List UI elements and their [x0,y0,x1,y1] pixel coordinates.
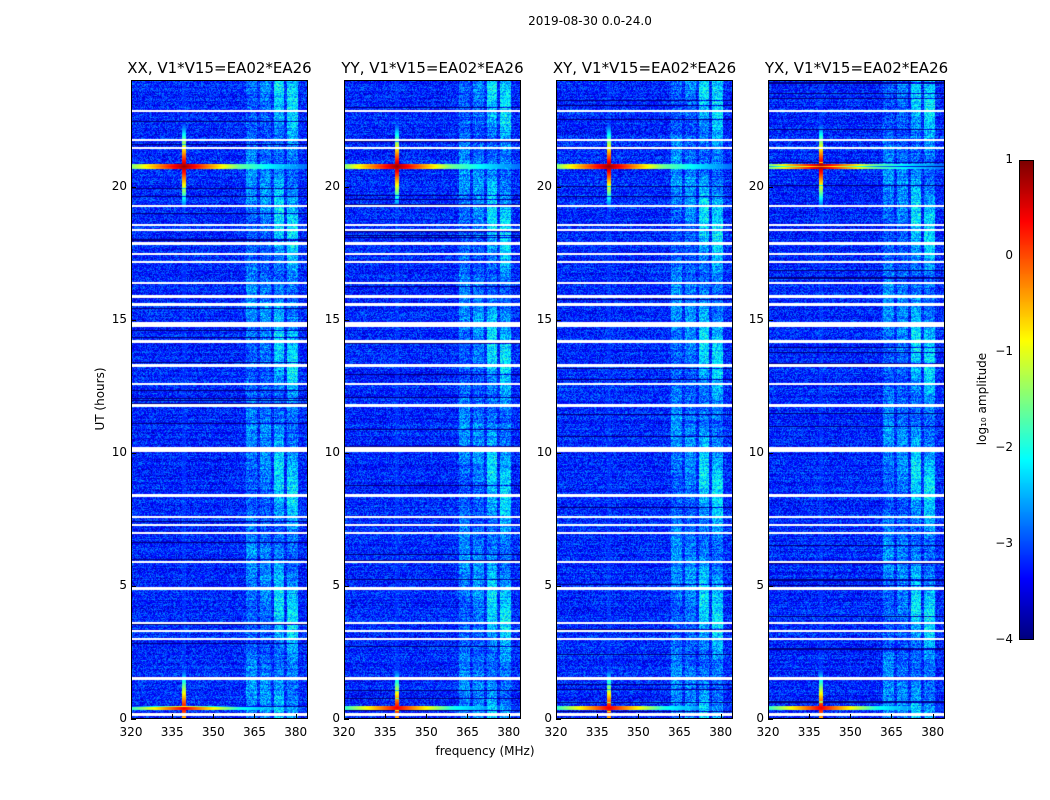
y-tick-label: 20 [111,178,127,193]
x-tick-mark [638,714,640,719]
y-tick-mark [131,319,136,321]
x-tick-mark [467,714,469,719]
y-tick-label: 0 [332,711,340,725]
x-tick-mark [597,714,599,719]
y-tick-mark [556,452,561,454]
x-tick-label: 380 [709,725,733,739]
y-tick-label: 10 [748,444,764,459]
heatmap-image [132,81,307,718]
y-tick-label: 15 [748,311,764,326]
x-tick-label: 380 [497,725,521,739]
y-tick-label: 10 [536,444,552,459]
y-tick-mark [768,719,773,720]
x-tick-mark [809,714,811,719]
heatmap-panel [131,80,308,719]
y-tick-label: 20 [536,178,552,193]
colorbar-tick-label: −1 [995,344,1013,358]
y-tick-label: 15 [536,311,552,326]
x-tick-mark [254,714,256,719]
y-tick-label: 10 [111,444,127,459]
x-tick-label: 320 [544,725,568,739]
y-tick-mark [131,452,136,454]
colorbar-tick-label: 1 [1005,152,1013,166]
y-tick-mark [344,719,349,720]
heatmap-image [557,81,732,718]
y-tick-mark [344,186,349,188]
y-tick-label: 0 [544,711,552,725]
x-tick-label: 350 [838,725,862,739]
y-tick-label: 20 [748,178,764,193]
colorbar [1019,160,1034,640]
x-tick-label: 350 [626,725,650,739]
y-tick-mark [131,186,136,188]
x-tick-label: 320 [756,725,780,739]
y-tick-mark [344,319,349,321]
colorbar-tick-label: −3 [995,536,1013,550]
x-tick-label: 320 [119,725,143,739]
y-tick-label: 5 [332,577,340,592]
colorbar-tick-label: −4 [995,632,1013,646]
y-tick-mark [768,585,773,587]
y-tick-mark [556,585,561,587]
x-axis-label: frequency (MHz) [435,744,535,758]
x-tick-mark [172,714,174,719]
heatmap-panel [556,80,733,719]
x-tick-label: 335 [585,725,609,739]
x-tick-label: 365 [456,725,479,739]
x-tick-label: 350 [201,725,225,739]
y-tick-label: 5 [544,577,552,592]
x-tick-label: 365 [880,725,903,739]
x-tick-mark [426,714,428,719]
y-tick-mark [768,319,773,321]
x-tick-label: 335 [797,725,821,739]
heatmap-image [769,81,944,718]
x-tick-mark [508,714,510,719]
y-tick-mark [131,719,136,720]
x-tick-mark [720,714,722,719]
y-tick-label: 5 [119,577,127,592]
figure: 2019-08-30 0.0-24.0 UT (hours) frequency… [0,0,1050,800]
y-tick-label: 15 [111,311,127,326]
y-tick-mark [344,585,349,587]
x-tick-mark [679,714,681,719]
heatmap-panel [344,80,521,719]
y-tick-mark [344,452,349,454]
y-tick-mark [556,719,561,720]
y-tick-mark [131,585,136,587]
x-tick-mark [891,714,893,719]
y-tick-mark [768,452,773,454]
x-tick-mark [932,714,934,719]
heatmap-panel [768,80,945,719]
figure-title: 2019-08-30 0.0-24.0 [528,14,652,28]
x-tick-label: 350 [414,725,438,739]
x-tick-label: 365 [668,725,691,739]
y-tick-label: 20 [324,178,340,193]
y-tick-mark [768,186,773,188]
y-tick-label: 0 [119,711,127,725]
y-tick-mark [556,186,561,188]
x-tick-mark [850,714,852,719]
heatmap-image [345,81,520,718]
x-tick-label: 365 [243,725,266,739]
colorbar-tick-label: 0 [1005,248,1013,262]
y-tick-label: 5 [756,577,764,592]
y-axis-label: UT (hours) [93,367,107,431]
x-tick-label: 335 [373,725,397,739]
x-tick-label: 320 [332,725,356,739]
x-tick-label: 380 [921,725,945,739]
panel-title: YX, V1*V15=EA02*EA26 [764,59,949,77]
y-tick-label: 0 [756,711,764,725]
y-tick-mark [556,319,561,321]
x-tick-mark [295,714,297,719]
y-tick-label: 10 [324,444,340,459]
colorbar-tick-label: −2 [995,440,1013,454]
x-tick-label: 380 [284,725,308,739]
x-tick-mark [213,714,215,719]
x-tick-mark [385,714,387,719]
y-tick-label: 15 [324,311,340,326]
x-tick-label: 335 [160,725,184,739]
